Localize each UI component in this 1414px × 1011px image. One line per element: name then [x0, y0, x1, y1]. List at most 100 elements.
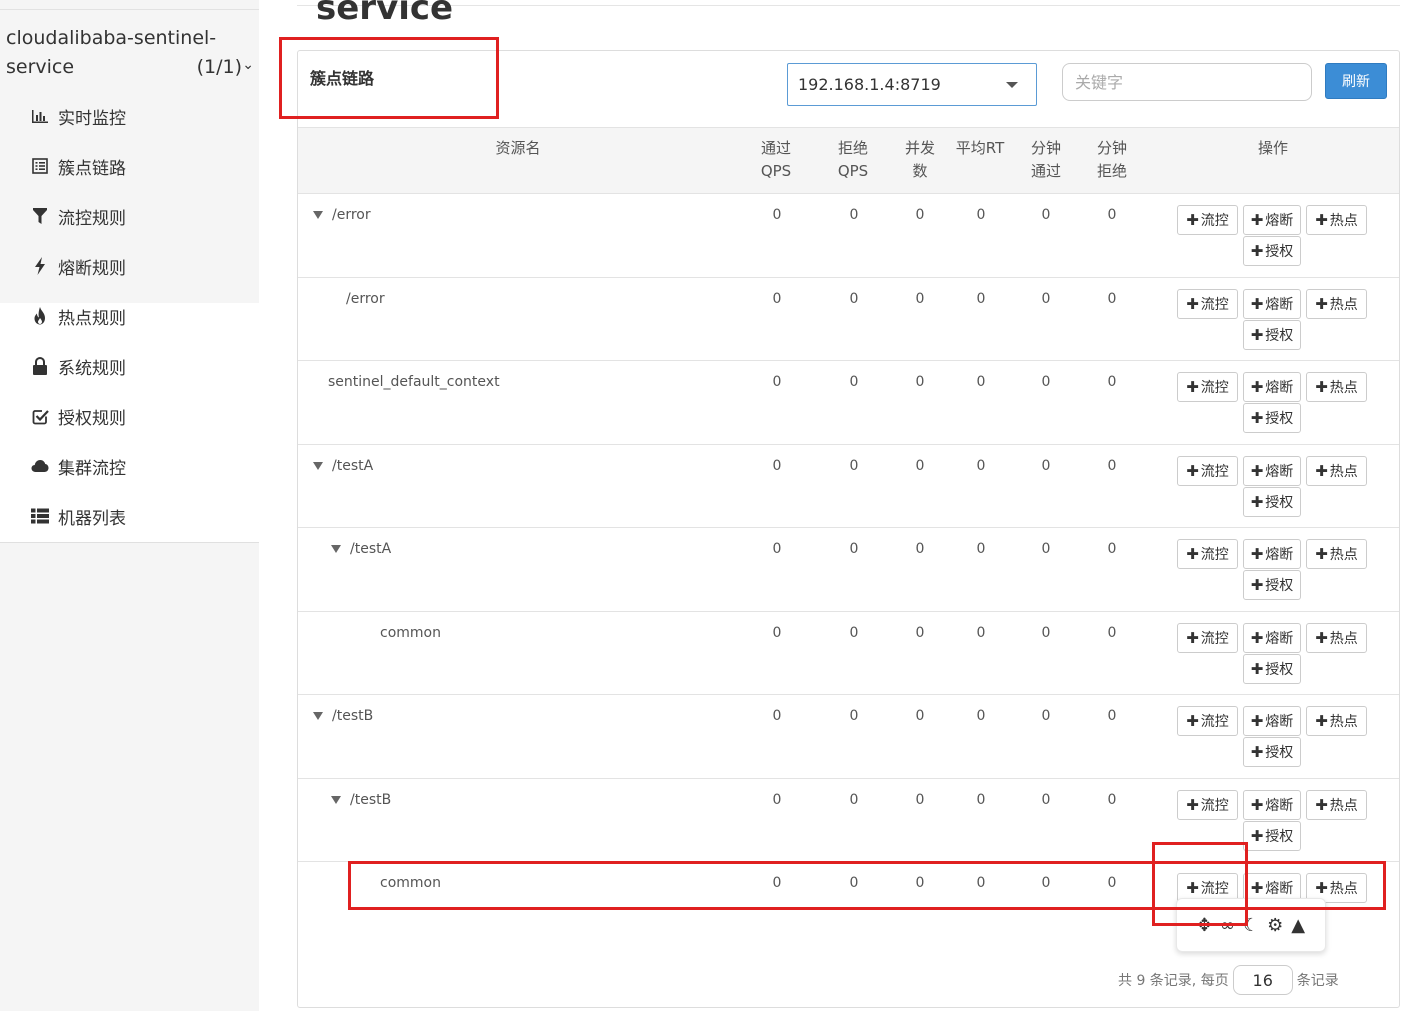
add-hot-rule-button[interactable]: ✚ 热点	[1306, 623, 1367, 653]
add-auth-rule-button[interactable]: ✚ 授权	[1243, 570, 1301, 600]
add-hot-rule-button[interactable]: ✚ 热点	[1306, 456, 1367, 486]
metric-cell: 0	[849, 458, 859, 474]
sidebar-item-label: 热点规则	[58, 308, 126, 329]
metric-cell: 0	[1107, 792, 1117, 808]
sidebar-item-degrade-rules[interactable]: 熔断规则	[30, 251, 126, 281]
metric-cell: 0	[849, 374, 859, 390]
machine-select[interactable]: 192.168.1.4:8719	[787, 63, 1037, 106]
add-flow-rule-button[interactable]: ✚ 流控	[1177, 205, 1238, 235]
add-degrade-rule-button[interactable]: ✚ 熔断	[1243, 623, 1301, 653]
add-flow-rule-button[interactable]: ✚ 流控	[1177, 372, 1238, 402]
add-auth-rule-button[interactable]: ✚ 授权	[1243, 320, 1301, 350]
op-label: 熔断	[1265, 547, 1294, 563]
add-hot-rule-button[interactable]: ✚ 热点	[1306, 372, 1367, 402]
keyword-input[interactable]	[1062, 63, 1312, 101]
page-size-input[interactable]	[1232, 965, 1293, 995]
table-row: /testB 0 0 0 0 0 0 ✚ 流控 ✚ 熔断 ✚ 热点 ✚ 授权	[298, 779, 1399, 862]
add-hot-rule-button[interactable]: ✚ 热点	[1306, 289, 1367, 319]
op-label: 热点	[1329, 631, 1358, 647]
expand-toggle-icon[interactable]	[313, 462, 323, 470]
plus-icon: ✚	[1250, 378, 1264, 396]
add-degrade-rule-button[interactable]: ✚ 熔断	[1243, 289, 1301, 319]
add-degrade-rule-button[interactable]: ✚ 熔断	[1243, 205, 1301, 235]
table-row: /testB 0 0 0 0 0 0 ✚ 流控 ✚ 熔断 ✚ 热点 ✚ 授权	[298, 695, 1399, 779]
link-icon[interactable]: ∞	[1220, 915, 1235, 936]
metric-cell: 0	[915, 625, 925, 641]
add-auth-rule-button[interactable]: ✚ 授权	[1243, 821, 1301, 851]
plus-icon: ✚	[1315, 462, 1328, 480]
add-auth-rule-button[interactable]: ✚ 授权	[1243, 236, 1301, 266]
table-row: common 0 0 0 0 0 0 ✚ 流控 ✚ 熔断 ✚ 热点	[298, 862, 1399, 903]
bolt-icon	[30, 256, 50, 276]
add-auth-rule-button[interactable]: ✚ 授权	[1243, 737, 1301, 767]
op-label: 流控	[1200, 798, 1229, 814]
table-row: /testA 0 0 0 0 0 0 ✚ 流控 ✚ 熔断 ✚ 热点 ✚ 授权	[298, 528, 1399, 612]
op-label: 授权	[1265, 411, 1294, 427]
metric-cell: 0	[1041, 708, 1051, 724]
expand-toggle-icon[interactable]	[313, 712, 323, 720]
metric-cell: 0	[1107, 708, 1117, 724]
metric-cell: 0	[1107, 458, 1117, 474]
th-pass-qps: 通过QPS	[760, 139, 792, 180]
plus-icon: ✚	[1186, 629, 1199, 647]
expand-toggle-icon[interactable]	[313, 211, 323, 219]
metric-cell: 0	[1041, 458, 1051, 474]
sidebar-item-auth-rules[interactable]: 授权规则	[30, 401, 126, 431]
plus-icon: ✚	[1250, 712, 1264, 730]
sidebar-item-realtime-monitor[interactable]: 实时监控	[30, 101, 126, 131]
refresh-button[interactable]: 刷新	[1325, 63, 1387, 99]
add-auth-rule-button[interactable]: ✚ 授权	[1243, 403, 1301, 433]
resource-name: /testB	[350, 792, 392, 808]
sidebar-item-hotspot-rules[interactable]: 热点规则	[30, 301, 126, 331]
sidebar-divider	[0, 9, 259, 10]
plus-icon: ✚	[1186, 545, 1199, 563]
metric-cell: 0	[772, 792, 782, 808]
sidebar-item-machine-list[interactable]: 机器列表	[30, 501, 126, 531]
op-label: 熔断	[1265, 380, 1294, 396]
metric-cell: 0	[772, 374, 782, 390]
gear-icon[interactable]: ⚙	[1267, 915, 1283, 936]
expand-toggle-icon[interactable]	[331, 796, 341, 804]
sidebar-item-label: 机器列表	[58, 508, 126, 529]
app-selector[interactable]: cloudalibaba-sentinel-service (1/1) ⌄	[6, 24, 254, 82]
add-degrade-rule-button[interactable]: ✚ 熔断	[1243, 372, 1301, 402]
move-icon[interactable]: ✥	[1197, 915, 1212, 936]
metric-cell: 0	[772, 708, 782, 724]
moon-icon[interactable]: ☾	[1243, 915, 1259, 936]
add-flow-rule-button[interactable]: ✚ 流控	[1177, 790, 1238, 820]
sidebar-item-cluster-flow[interactable]: 集群流控	[30, 451, 126, 481]
add-degrade-rule-button[interactable]: ✚ 熔断	[1243, 539, 1301, 569]
add-degrade-rule-button[interactable]: ✚ 熔断	[1243, 456, 1301, 486]
metric-cell: 0	[1041, 291, 1051, 307]
expand-toggle-icon[interactable]	[331, 545, 341, 553]
add-auth-rule-button[interactable]: ✚ 授权	[1243, 487, 1301, 517]
add-flow-rule-button[interactable]: ✚ 流控	[1177, 289, 1238, 319]
metric-cell: 0	[849, 792, 859, 808]
add-flow-rule-button[interactable]: ✚ 流控	[1177, 706, 1238, 736]
add-flow-rule-button[interactable]: ✚ 流控	[1177, 456, 1238, 486]
plus-icon: ✚	[1250, 629, 1264, 647]
add-hot-rule-button[interactable]: ✚ 热点	[1306, 790, 1367, 820]
op-label: 热点	[1329, 380, 1358, 396]
add-degrade-rule-button[interactable]: ✚ 熔断	[1243, 790, 1301, 820]
op-label: 热点	[1329, 798, 1358, 814]
resource-name: /error	[346, 291, 385, 307]
plus-icon: ✚	[1315, 629, 1328, 647]
add-hot-rule-button[interactable]: ✚ 热点	[1306, 205, 1367, 235]
metric-cell: 0	[976, 541, 986, 557]
page-title: service	[316, 0, 454, 28]
add-degrade-rule-button[interactable]: ✚ 熔断	[1243, 706, 1301, 736]
table-row: common 0 0 0 0 0 0 ✚ 流控 ✚ 熔断 ✚ 热点 ✚ 授权	[298, 612, 1399, 695]
metric-cell: 0	[772, 541, 782, 557]
add-hot-rule-button[interactable]: ✚ 热点	[1306, 706, 1367, 736]
sidebar-item-cluster-link[interactable]: 簇点链路	[30, 151, 126, 181]
add-hot-rule-button[interactable]: ✚ 热点	[1306, 539, 1367, 569]
sidebar-item-system-rules[interactable]: 系统规则	[30, 351, 126, 381]
shirt-icon[interactable]: ▲	[1291, 915, 1305, 936]
add-auth-rule-button[interactable]: ✚ 授权	[1243, 654, 1301, 684]
header-divider	[297, 5, 1400, 6]
sidebar-item-label: 实时监控	[58, 108, 126, 129]
add-flow-rule-button[interactable]: ✚ 流控	[1177, 623, 1238, 653]
add-flow-rule-button[interactable]: ✚ 流控	[1177, 539, 1238, 569]
sidebar-item-flow-rules[interactable]: 流控规则	[30, 201, 126, 231]
